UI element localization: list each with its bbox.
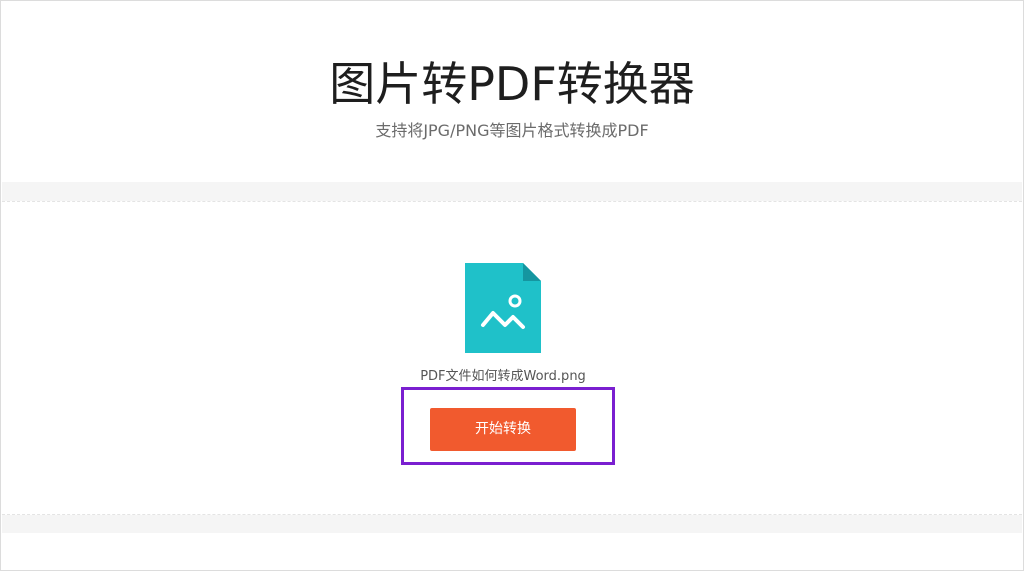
footer-divider-band — [2, 515, 1022, 533]
page-header: 图片转PDF转换器 支持将JPG/PNG等图片格式转换成PDF — [2, 2, 1022, 182]
upload-area: PDF文件如何转成Word.png 开始转换 — [2, 202, 1022, 514]
image-file-icon — [465, 263, 541, 353]
app-frame: 图片转PDF转换器 支持将JPG/PNG等图片格式转换成PDF PDF文件如何转… — [0, 0, 1024, 571]
page-title: 图片转PDF转换器 — [329, 57, 695, 111]
header-divider-band — [2, 182, 1022, 201]
start-convert-button[interactable]: 开始转换 — [430, 408, 576, 451]
file-name: PDF文件如何转成Word.png — [420, 369, 586, 384]
page-footer — [2, 533, 1022, 570]
page-subtitle: 支持将JPG/PNG等图片格式转换成PDF — [375, 121, 649, 140]
